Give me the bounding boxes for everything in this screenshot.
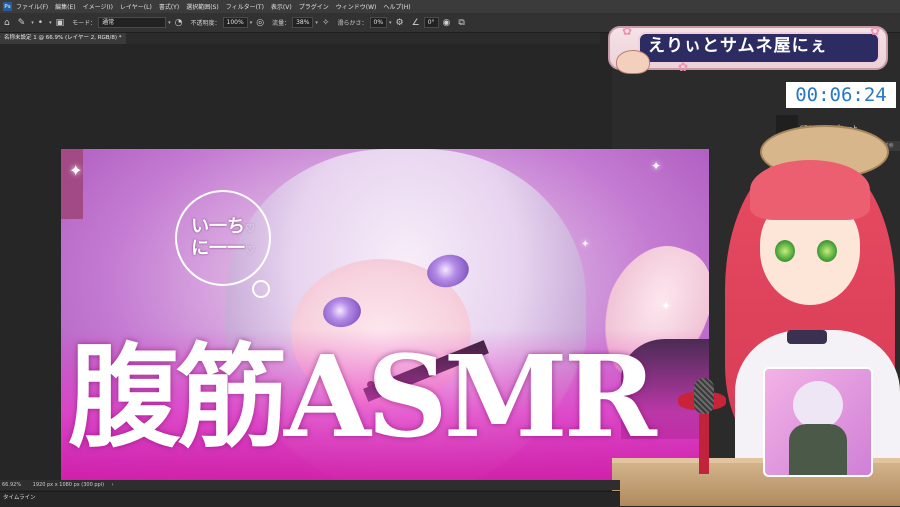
home-icon[interactable]: ⌂ [4,18,10,28]
brush-settings-icon[interactable]: ▣ [56,18,65,28]
avatar-bangs [750,160,870,220]
airbrush-icon[interactable]: ✧ [322,18,330,28]
document-tab[interactable]: 名称未設定 1 @ 66.9% (レイヤー 2, RGB/8) * [0,33,126,44]
zoom-level[interactable]: 66.92% [2,482,21,488]
brush-preset-icon[interactable]: • [38,18,43,28]
timeline-tab[interactable]: タイムライン [3,495,36,501]
menu-type[interactable]: 書式(Y) [159,2,179,11]
canvas-edge-shade [61,149,83,219]
timeline-panel: タイムライン [0,491,620,507]
bubble-line-2: に一一♡ [191,238,255,261]
status-bar: 66.92% 1920 px x 1080 px (300 ppi) › [0,480,620,490]
pressure-size-icon[interactable]: ◉ [443,18,451,28]
photoshop-app-icon[interactable]: Ps [3,2,12,11]
angle-input[interactable]: 0° [423,17,439,28]
microphone [678,378,726,478]
mascot-icon [616,50,650,74]
mode-select[interactable]: 通常 [98,17,167,28]
banner-title: えりぃとサムネ屋にぇ [648,36,828,56]
avatar-eye-right [817,240,837,262]
brush-tool-icon[interactable]: ✎ [18,18,26,28]
symmetry-icon[interactable]: ⧉ [458,18,464,28]
guest-hair [793,381,843,429]
chevron-down-icon[interactable]: ▾ [389,20,392,26]
chevron-down-icon[interactable]: ▾ [168,20,171,26]
smoothing-input[interactable]: 0% [369,17,388,28]
cherry-blossom-icon: ✿ [870,24,881,38]
cherry-blossom-icon: ✿ [678,60,689,74]
guest-character-thumbnail [763,367,873,477]
guest-body [789,424,847,475]
menu-plugins[interactable]: プラグイン [299,2,329,11]
heart-icon: ♡ [245,221,255,235]
flow-input[interactable]: 38% [292,17,314,28]
smoothing-label: 滑らかさ： [337,20,368,27]
document-size: 1920 px x 1080 px (300 ppi) [32,482,105,488]
gear-icon[interactable]: ⚙ [396,18,404,28]
pressure-icon[interactable]: ◎ [256,18,264,28]
sparkle-icon: ✦ [581,239,590,250]
sparkle-icon: ✦ [69,161,83,180]
speech-bubble: い一ち♡ に一一♡ [175,190,271,286]
menu-filter[interactable]: フィルター(T) [226,2,264,11]
bubble-text-2: に一一 [191,238,246,259]
chevron-down-icon[interactable]: ▾ [250,20,253,26]
angle-icon: ∠ [411,17,420,28]
opacity-input[interactable]: 100% [222,17,248,28]
flow-label: 流量： [272,20,291,27]
heart-icon: ♡ [245,244,255,257]
sparkle-icon: ✦ [651,159,662,173]
sparkle-icon: ✦ [661,299,672,313]
menu-layer[interactable]: レイヤー(L) [120,2,152,11]
chevron-down-icon[interactable]: ▾ [315,20,318,26]
thumbnail-title: 腹筋ASMR [68,332,657,463]
menu-window[interactable]: ウィンドウ(W) [336,2,377,11]
opacity-label: 不透明度： [190,20,221,27]
avatar-eye-left [775,240,795,262]
avatar-ribbon [787,330,827,344]
menu-select[interactable]: 選択範囲(S) [186,2,219,11]
stream-banner: ✿ ✿ ✿ えりぃとサムネ屋にぇ [608,22,888,74]
stream-timer: 00:06:24 [786,82,896,108]
bubble-line-1: い一ち♡ [191,216,255,239]
pressure-opacity-icon[interactable]: ◔ [175,18,183,28]
menu-help[interactable]: ヘルプ(H) [383,2,410,11]
chevron-right-icon[interactable]: › [112,482,114,488]
microphone-head [694,378,714,414]
bubble-text-1: い一ち [191,215,246,237]
chevron-down-icon[interactable]: ▾ [31,20,34,26]
speech-bubble-tail [252,280,270,298]
microphone-stand [699,414,709,474]
menu-bar: Ps ファイル(F) 編集(E) イメージ(I) レイヤー(L) 書式(Y) 選… [0,0,900,13]
mode-label: モード： [72,20,97,27]
chevron-down-icon[interactable]: ▾ [49,20,52,26]
menu-file[interactable]: ファイル(F) [16,2,48,11]
menu-view[interactable]: 表示(V) [271,2,292,11]
menu-edit[interactable]: 編集(E) [55,2,75,11]
menu-image[interactable]: イメージ(I) [83,2,113,11]
cherry-blossom-icon: ✿ [622,24,633,38]
